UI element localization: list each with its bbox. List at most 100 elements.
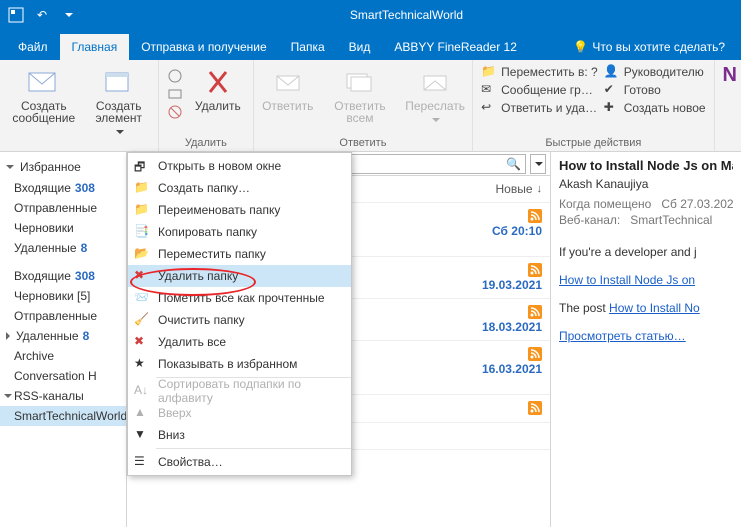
quick-action[interactable]: 👤Руководителю xyxy=(604,64,706,80)
reply-all-button[interactable]: Ответить всем xyxy=(322,64,398,126)
mail-subject: How to Install Node Js on Mac M1 xyxy=(559,158,733,173)
qat-icon[interactable] xyxy=(6,5,26,25)
context-menu-item[interactable]: ✖Удалить все xyxy=(128,331,351,353)
deleteall-icon: ✖ xyxy=(134,334,150,350)
group-overflow: N xyxy=(715,60,741,151)
cleanup-icon[interactable] xyxy=(167,86,183,102)
context-menu-item[interactable]: 🗗Открыть в новом окне xyxy=(128,155,351,177)
folder-item[interactable]: Отправленные xyxy=(0,198,126,218)
ignore-icon[interactable] xyxy=(167,68,183,84)
group-quick-label: Быстрые действия xyxy=(481,135,705,149)
new-item-label: Создать элемент xyxy=(92,100,146,124)
qat-dropdown[interactable] xyxy=(58,5,78,25)
context-menu-item: ▲Вверх xyxy=(128,402,351,424)
sort-icon: A↓ xyxy=(134,383,150,399)
new-item-icon xyxy=(103,66,135,98)
forward-button[interactable]: Переслать xyxy=(406,64,464,128)
clean-icon: 🧹 xyxy=(134,312,150,328)
group-respond-label: Ответить xyxy=(262,135,464,149)
folder-item[interactable]: Conversation H xyxy=(0,366,126,386)
folder-item[interactable]: Входящие308 xyxy=(0,178,126,198)
mail-body: If you're a developer and j How to Insta… xyxy=(559,245,733,343)
quick-action[interactable]: ↩Ответить и уда… xyxy=(481,100,598,116)
up-icon: ▲ xyxy=(134,405,150,421)
body-link-1[interactable]: How to Install Node Js on xyxy=(559,273,695,287)
ribbon-tabs: Файл Главная Отправка и получение Папка … xyxy=(0,30,741,60)
undo-icon[interactable]: ↶ xyxy=(32,5,52,25)
reply-button[interactable]: Ответить xyxy=(262,64,314,114)
window-title: SmartTechnicalWorld xyxy=(78,8,735,22)
qa-icon: ✔ xyxy=(604,82,620,98)
context-menu-item[interactable]: 📨Пометить все как прочтенные xyxy=(128,287,351,309)
quick-access-toolbar: ↶ xyxy=(6,5,78,25)
context-menu-item[interactable]: 📁Создать папку… xyxy=(128,177,351,199)
fav-icon: ★ xyxy=(134,356,150,372)
folder-pane: Избранное Входящие308ОтправленныеЧернови… xyxy=(0,152,127,527)
group-delete-label: Удалить xyxy=(167,135,245,149)
context-menu-item[interactable]: ▼Вниз xyxy=(128,424,351,446)
folder-context-menu: 🗗Открыть в новом окне📁Создать папку…📁Пер… xyxy=(127,152,352,476)
sort-dropdown[interactable]: Новые ↓ xyxy=(495,182,542,196)
folder-item[interactable]: Входящие308 xyxy=(0,266,126,286)
context-menu-item[interactable]: 📁Переименовать папку xyxy=(128,199,351,221)
qa-icon: 👤 xyxy=(604,64,620,80)
search-icon: 🔍 xyxy=(506,157,521,171)
chevron-down-icon xyxy=(114,126,124,138)
rss-icon xyxy=(528,263,542,277)
context-menu-item[interactable]: ☰Свойства… xyxy=(128,451,351,473)
folder-item[interactable]: Отправленные xyxy=(0,306,126,326)
search-scope-dropdown[interactable] xyxy=(530,154,546,174)
tab-abbyy[interactable]: ABBYY FineReader 12 xyxy=(382,34,529,60)
ribbon: Создать сообщение Создать элемент Удалит… xyxy=(0,60,741,152)
context-menu-item[interactable]: 📂Переместить папку xyxy=(128,243,351,265)
rss-header[interactable]: RSS-каналы xyxy=(0,386,126,406)
rename-icon: 📁 xyxy=(134,202,150,218)
quick-action[interactable]: 📁Переместить в: ? xyxy=(481,64,598,80)
favorites-header[interactable]: Избранное xyxy=(0,156,126,178)
delete-label: Удалить xyxy=(195,100,241,112)
delete-button[interactable]: Удалить xyxy=(191,64,245,114)
lightbulb-icon: 💡 xyxy=(573,40,588,54)
quick-action[interactable]: ✚Создать новое xyxy=(604,100,706,116)
new-item-button[interactable]: Создать элемент xyxy=(88,64,150,140)
context-menu-item[interactable]: 🧹Очистить папку xyxy=(128,309,351,331)
move-icon: 📂 xyxy=(134,246,150,262)
context-menu-item[interactable]: ★Показывать в избранном xyxy=(128,353,351,375)
folder-item[interactable]: Archive xyxy=(0,346,126,366)
tab-folder[interactable]: Папка xyxy=(279,34,337,60)
folder-item[interactable]: Удаленные8 xyxy=(0,326,126,346)
rss-feed-selected[interactable]: SmartTechnicalWorld xyxy=(0,406,126,426)
context-menu-item: A↓Сортировать подпапки по алфавиту xyxy=(128,380,351,402)
qa-icon: ↩ xyxy=(481,100,497,116)
new-mail-label: Создать сообщение xyxy=(12,100,76,124)
context-menu-item[interactable]: 📑Копировать папку xyxy=(128,221,351,243)
tab-home[interactable]: Главная xyxy=(60,34,130,60)
view-article-link[interactable]: Просмотреть статью… xyxy=(559,329,686,343)
folder-item[interactable]: Удаленные8 xyxy=(0,238,126,258)
folder-item[interactable]: Черновики [5] xyxy=(0,286,126,306)
quick-action[interactable]: ✔Готово xyxy=(604,82,706,98)
tab-view[interactable]: Вид xyxy=(337,34,383,60)
rss-icon xyxy=(528,209,542,223)
body-link-2[interactable]: How to Install No xyxy=(609,301,700,315)
new-mail-icon xyxy=(28,66,60,98)
quick-action[interactable]: ✉Сообщение гр… xyxy=(481,82,598,98)
onenote-icon[interactable]: N xyxy=(723,64,737,87)
new-mail-button[interactable]: Создать сообщение xyxy=(8,64,80,126)
qa-icon: ✚ xyxy=(604,100,620,116)
group-respond: Ответить Ответить всем Переслать Ответит… xyxy=(254,60,473,151)
markread-icon: 📨 xyxy=(134,290,150,306)
group-delete: Удалить Удалить xyxy=(159,60,254,151)
reply-icon xyxy=(272,66,304,98)
delete-icon xyxy=(202,66,234,98)
tell-me[interactable]: 💡 Что вы хотите сделать? xyxy=(563,34,735,60)
junk-icon[interactable] xyxy=(167,104,183,120)
copy-icon: 📑 xyxy=(134,224,150,240)
tell-me-label: Что вы хотите сделать? xyxy=(592,40,725,54)
context-menu-item[interactable]: ✖Удалить папку xyxy=(128,265,351,287)
tab-file[interactable]: Файл xyxy=(6,34,60,60)
group-quick-actions: 📁Переместить в: ? 👤Руководителю ✉Сообщение… xyxy=(473,60,714,151)
rss-icon xyxy=(528,347,542,361)
tab-send-receive[interactable]: Отправка и получение xyxy=(129,34,278,60)
folder-item[interactable]: Черновики xyxy=(0,218,126,238)
